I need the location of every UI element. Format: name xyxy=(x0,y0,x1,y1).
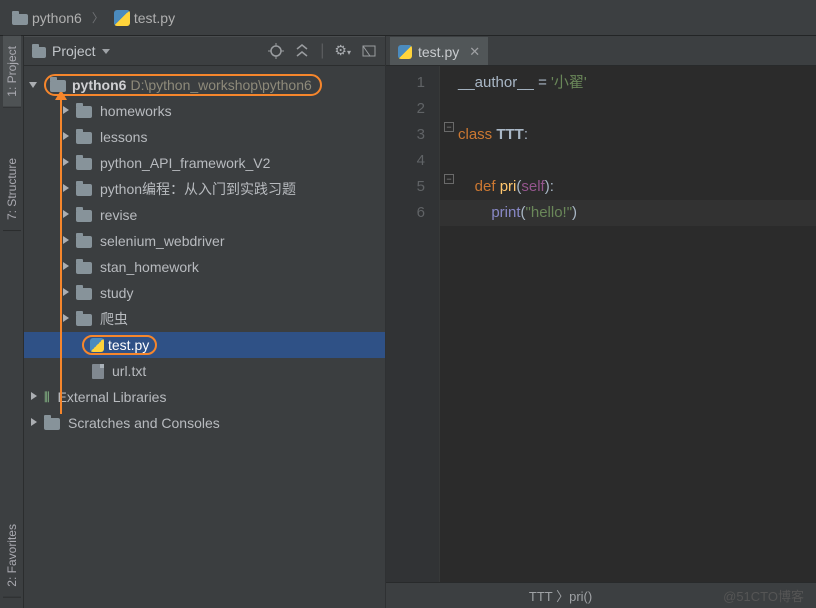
tree-file-selected[interactable]: test.py xyxy=(24,332,385,358)
panel-title[interactable]: Project xyxy=(32,43,110,59)
external-libraries[interactable]: ⫼ External Libraries xyxy=(24,384,385,410)
tree-folder-label: stan_homework xyxy=(100,259,199,275)
tree-folder-label: 爬虫 xyxy=(100,309,128,329)
collapse-all-icon[interactable] xyxy=(294,43,310,59)
folder-icon xyxy=(76,314,92,326)
expand-arrow-icon[interactable] xyxy=(60,313,72,325)
folder-icon xyxy=(76,132,92,144)
external-libraries-label: External Libraries xyxy=(58,389,167,405)
expand-arrow-icon[interactable] xyxy=(28,417,40,429)
fold-icon[interactable]: − xyxy=(444,174,454,184)
navigation-breadcrumb: python6 〉 test.py xyxy=(0,0,816,36)
rail-tab-project[interactable]: 1: Project xyxy=(3,36,21,108)
breadcrumb-root-label: python6 xyxy=(32,10,82,26)
rail-tab-favorites[interactable]: 2: Favorites xyxy=(3,514,21,598)
editor-tab-label: test.py xyxy=(418,44,459,60)
tree-file-label: test.py xyxy=(108,337,149,353)
expand-arrow-icon[interactable] xyxy=(28,79,40,91)
line-gutter[interactable]: 1 2 3 4 5 6 xyxy=(386,66,440,582)
expand-arrow-icon[interactable] xyxy=(60,235,72,247)
python-file-icon xyxy=(114,10,130,26)
tree-folder[interactable]: study xyxy=(24,280,385,306)
gear-icon[interactable]: ⚙▾ xyxy=(334,42,351,61)
tree-file[interactable]: url.txt xyxy=(24,358,385,384)
folder-icon xyxy=(76,184,92,196)
tree-folder[interactable]: selenium_webdriver xyxy=(24,228,385,254)
expand-arrow-icon[interactable] xyxy=(60,261,72,273)
expand-arrow-icon[interactable] xyxy=(60,287,72,299)
project-root-row[interactable]: python6 D:\python_workshop\python6 xyxy=(24,72,385,98)
locate-icon[interactable] xyxy=(268,43,284,59)
expand-arrow-icon[interactable] xyxy=(28,391,40,403)
project-root-name: python6 xyxy=(72,77,126,93)
text-file-icon xyxy=(92,364,104,379)
tree-folder-label: study xyxy=(100,285,133,301)
expand-arrow-icon[interactable] xyxy=(60,131,72,143)
close-tab-icon[interactable]: ✕ xyxy=(469,44,480,60)
rail-tab-structure[interactable]: 7: Structure xyxy=(3,148,21,231)
scratches-label: Scratches and Consoles xyxy=(68,415,220,431)
tree-folder[interactable]: 爬虫 xyxy=(24,306,385,332)
python-file-icon xyxy=(398,45,412,59)
tree-file-label: url.txt xyxy=(112,363,146,379)
breadcrumb-file-label: test.py xyxy=(134,10,175,26)
fold-icon[interactable]: − xyxy=(444,122,454,132)
tree-folder-label: homeworks xyxy=(100,103,172,119)
hide-panel-icon[interactable] xyxy=(361,43,377,59)
tree-folder-label: selenium_webdriver xyxy=(100,233,225,249)
code-editor[interactable]: __author__ = '小翟' −class TTT: − def pri(… xyxy=(440,66,816,582)
folder-icon xyxy=(76,106,92,118)
library-icon: ⫼ xyxy=(44,390,50,405)
breadcrumb-separator: 〉 xyxy=(92,9,104,26)
project-tree[interactable]: python6 D:\python_workshop\python6 homew… xyxy=(24,66,385,608)
folder-icon xyxy=(76,210,92,222)
expand-arrow-icon[interactable] xyxy=(60,105,72,117)
tree-folder-label: python_API_framework_V2 xyxy=(100,155,270,171)
chevron-down-icon xyxy=(102,49,110,54)
breadcrumb-root[interactable]: python6 xyxy=(6,8,88,28)
expand-arrow-icon[interactable] xyxy=(60,157,72,169)
project-root-path: D:\python_workshop\python6 xyxy=(130,77,311,93)
tree-folder[interactable]: revise xyxy=(24,202,385,228)
tree-folder[interactable]: homeworks xyxy=(24,98,385,124)
scratches-consoles[interactable]: Scratches and Consoles xyxy=(24,410,385,436)
tree-folder[interactable]: lessons xyxy=(24,124,385,150)
folder-icon xyxy=(50,80,66,92)
folder-icon xyxy=(44,418,60,430)
editor-tab[interactable]: test.py ✕ xyxy=(390,37,488,65)
editor-tab-bar: test.py ✕ xyxy=(386,36,816,66)
editor-breadcrumb[interactable]: TTT 〉pri() @51CTO博客 xyxy=(386,582,816,608)
expand-arrow-icon[interactable] xyxy=(60,183,72,195)
folder-icon xyxy=(12,14,28,25)
tree-folder[interactable]: stan_homework xyxy=(24,254,385,280)
folder-icon xyxy=(76,262,92,274)
expand-arrow-icon[interactable] xyxy=(60,209,72,221)
tree-folder[interactable]: python编程：从入门到实践习题 xyxy=(24,176,385,202)
folder-icon xyxy=(76,288,92,300)
project-tool-window: Project | ⚙▾ python6 D:\python_workshop\… xyxy=(24,36,386,608)
tool-window-rail-left: 1: Project 7: Structure 2: Favorites xyxy=(0,36,24,608)
project-icon xyxy=(32,47,46,58)
tree-folder[interactable]: python_API_framework_V2 xyxy=(24,150,385,176)
panel-title-label: Project xyxy=(52,43,96,59)
python-file-icon xyxy=(90,338,104,352)
editor-area: test.py ✕ 1 2 3 4 5 6 __author__ = '小翟' … xyxy=(386,36,816,608)
folder-icon xyxy=(76,236,92,248)
tree-folder-label: python编程：从入门到实践习题 xyxy=(100,179,296,199)
tree-folder-label: lessons xyxy=(100,129,147,145)
folder-icon xyxy=(76,158,92,170)
tree-folder-label: revise xyxy=(100,207,137,223)
watermark: @51CTO博客 xyxy=(723,586,804,605)
breadcrumb-file[interactable]: test.py xyxy=(108,8,181,28)
